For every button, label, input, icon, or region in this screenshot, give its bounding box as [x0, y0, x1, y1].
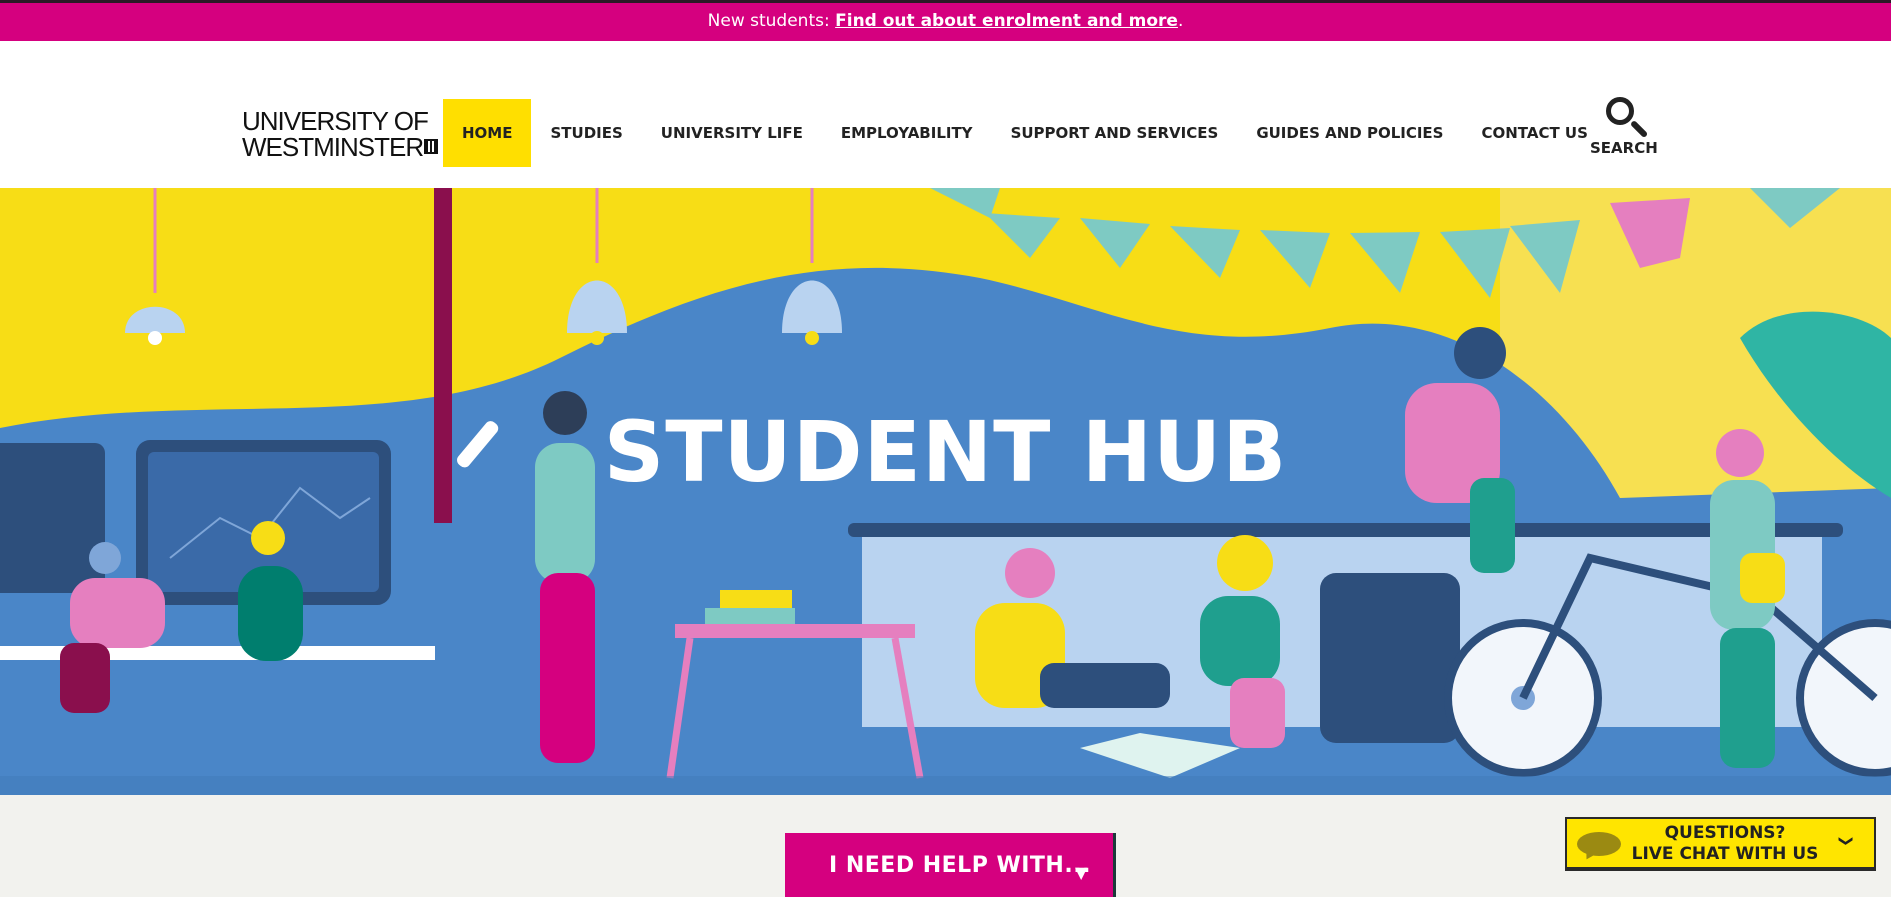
- enrolment-notice-bar: New students: Find out about enrolment a…: [0, 0, 1891, 41]
- chevron-down-icon: ❯: [1837, 835, 1854, 847]
- help-button-label: I NEED HELP WITH...: [829, 853, 1091, 878]
- need-help-dropdown-button[interactable]: I NEED HELP WITH... ▼: [785, 833, 1113, 897]
- live-chat-widget[interactable]: QUESTIONS? LIVE CHAT WITH US ❯: [1565, 817, 1876, 869]
- main-navigation: HOME STUDIES UNIVERSITY LIFE EMPLOYABILI…: [443, 99, 1607, 167]
- nav-studies[interactable]: STUDIES: [531, 99, 641, 167]
- university-logo[interactable]: UNIVERSITY OF WESTMINSTER: [242, 108, 442, 168]
- logo-line-2-text: WESTMINSTER: [242, 132, 424, 162]
- search-icon: [1600, 95, 1649, 143]
- logo-line-1: UNIVERSITY OF: [242, 106, 429, 136]
- notice-prefix: New students:: [707, 11, 830, 31]
- notice-suffix: .: [1177, 11, 1184, 31]
- hero-banner: STUDENT HUB: [0, 188, 1891, 795]
- nav-home[interactable]: HOME: [443, 99, 532, 167]
- enrolment-link[interactable]: Find out about enrolment and more: [835, 11, 1178, 31]
- chat-line-2: LIVE CHAT WITH US: [1631, 844, 1819, 864]
- chevron-down-icon: ▼: [1075, 863, 1088, 882]
- nav-contact-us[interactable]: CONTACT US: [1462, 99, 1606, 167]
- nav-employability[interactable]: EMPLOYABILITY: [822, 99, 992, 167]
- chat-bubble-icon: [1577, 832, 1621, 856]
- crest-icon: [424, 139, 438, 154]
- chat-line-1: QUESTIONS?: [1664, 823, 1786, 843]
- nav-support-and-services[interactable]: SUPPORT AND SERVICES: [992, 99, 1238, 167]
- logo-line-2: WESTMINSTER: [242, 134, 442, 160]
- nav-guides-and-policies[interactable]: GUIDES AND POLICIES: [1237, 99, 1462, 167]
- search-button[interactable]: SEARCH: [1590, 95, 1658, 157]
- nav-university-life[interactable]: UNIVERSITY LIFE: [642, 99, 822, 167]
- site-header: UNIVERSITY OF WESTMINSTER HOME STUDIES U…: [0, 41, 1891, 188]
- hero-title: STUDENT HUB: [603, 403, 1288, 501]
- chat-text: QUESTIONS? LIVE CHAT WITH US: [1625, 823, 1825, 865]
